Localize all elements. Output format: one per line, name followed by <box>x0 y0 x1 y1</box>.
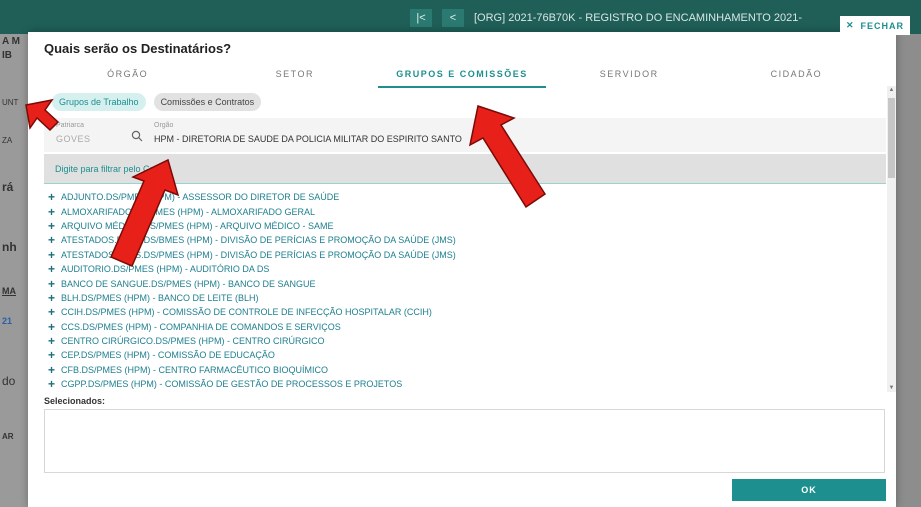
ok-button[interactable]: OK <box>732 479 886 501</box>
group-list-item[interactable]: + ATESTADOS.DPPS.DS/PMES (HPM) - DIVISÃO … <box>44 248 884 262</box>
group-list-item[interactable]: + CGPP.DS/PMES (HPM) - COMISSÃO DE GESTÃO… <box>44 377 884 391</box>
plus-icon[interactable]: + <box>48 278 58 290</box>
recipient-tabs: ÓRGÃO SETOR GRUPOS E COMISSÕES SERVIDOR … <box>44 66 880 88</box>
bg-fragment: nh <box>2 240 17 254</box>
plus-icon[interactable]: + <box>48 335 58 347</box>
tab-orgao[interactable]: ÓRGÃO <box>44 66 211 88</box>
bg-fragment: IB <box>2 50 12 61</box>
bg-fragment: MA <box>2 286 16 296</box>
bg-fragment: AR <box>2 432 14 441</box>
plus-icon[interactable]: + <box>48 292 58 304</box>
group-name: CFB.DS/PMES (HPM) - CENTRO FARMACÊUTICO … <box>61 364 329 375</box>
group-name: ALMOXARIFADO.DS/PMES (HPM) - ALMOXARIFAD… <box>61 206 316 217</box>
plus-icon[interactable]: + <box>48 321 58 333</box>
selected-label: Selecionados: <box>44 396 106 406</box>
selected-box[interactable] <box>44 409 885 473</box>
tab-grupos-e-comissoes[interactable]: GRUPOS E COMISSÕES <box>378 66 546 88</box>
scroll-thumb[interactable] <box>888 98 895 178</box>
orgao-label: Orgão <box>154 122 174 129</box>
close-button[interactable]: ✕ FECHAR <box>840 16 911 35</box>
bg-fragment: do <box>2 374 16 388</box>
bg-fragment: rá <box>2 180 14 194</box>
patriarca-label: Patriarca <box>56 122 85 129</box>
background-left-panel: A M IB UNT ZA rá nh MA 21 do AR <box>0 34 30 507</box>
plus-icon[interactable]: + <box>48 191 58 203</box>
plus-icon[interactable]: + <box>48 249 58 261</box>
group-list-item[interactable]: + CCIH.DS/PMES (HPM) - COMISSÃO DE CONTRO… <box>44 305 884 319</box>
plus-icon[interactable]: + <box>48 206 58 218</box>
chip-comissoes-e-contratos[interactable]: Comissões e Contratos <box>153 93 262 111</box>
organization-filters: Patriarca GOVES Orgão HPM - DIRETORIA DE… <box>44 118 886 152</box>
group-name: ADJUNTO.DS/PMES (HPM) - ASSESSOR DO DIRE… <box>61 192 340 203</box>
group-list-item[interactable]: + BANCO DE SANGUE.DS/PMES (HPM) - BANCO D… <box>44 276 884 290</box>
first-page-icon[interactable]: |< <box>410 9 432 27</box>
group-list-item[interactable]: + AUDITORIO.DS/PMES (HPM) - AUDITÓRIO DA … <box>44 262 884 276</box>
group-list-item[interactable]: + CCS.DS/PMES (HPM) - COMPANHIA DE COMAND… <box>44 320 884 334</box>
modal-title: Quais serão os Destinatários? <box>44 41 232 56</box>
group-list-item[interactable]: + CENTRO CIRÚRGICO.DS/PMES (HPM) - CENTRO… <box>44 334 884 348</box>
group-list-item[interactable]: + BLH.DS/PMES (HPM) - BANCO DE LEITE (BLH… <box>44 291 884 305</box>
list-scrollbar[interactable]: ▲ ▼ <box>887 86 896 392</box>
group-list-item[interactable]: + ARQUIVO MÉDICO.DS/PMES (HPM) - ARQUIVO … <box>44 219 884 233</box>
patriarca-field[interactable]: GOVES <box>56 134 91 144</box>
tab-cidadao[interactable]: CIDADÃO <box>713 66 880 88</box>
group-list-item[interactable]: + ALMOXARIFADO.DS/PMES (HPM) - ALMOXARIFA… <box>44 204 884 218</box>
close-icon: ✕ <box>846 20 855 30</box>
plus-icon[interactable]: + <box>48 220 58 232</box>
group-name: CEP.DS/PMES (HPM) - COMISSÃO DE EDUCAÇÃO <box>61 350 275 361</box>
plus-icon[interactable]: + <box>48 263 58 275</box>
orgao-field[interactable]: HPM - DIRETORIA DE SAUDE DA POLICIA MILI… <box>154 134 462 144</box>
group-name: ATESTADOS.DPPS.DS/BMES (HPM) - DIVISÃO D… <box>61 235 456 246</box>
bg-fragment: 21 <box>2 316 13 326</box>
group-filter-placeholder: Digite para filtrar pelo Grupo <box>55 164 169 174</box>
recipients-modal: Quais serão os Destinatários? ÓRGÃO SETO… <box>28 32 896 507</box>
group-list-item[interactable]: + CEP.DS/PMES (HPM) - COMISSÃO DE EDUCAÇÃ… <box>44 348 884 362</box>
group-list-item[interactable]: + CFB.DS/PMES (HPM) - CENTRO FARMACÊUTICO… <box>44 363 884 377</box>
chip-grupos-de-trabalho[interactable]: Grupos de Trabalho <box>52 93 146 111</box>
group-name: CGPP.DS/PMES (HPM) - COMISSÃO DE GESTÃO … <box>61 379 403 390</box>
tab-setor[interactable]: SETOR <box>211 66 378 88</box>
plus-icon[interactable]: + <box>48 364 58 376</box>
previous-page-icon[interactable]: < <box>442 9 464 27</box>
group-list-item[interactable]: + ATESTADOS.DPPS.DS/BMES (HPM) - DIVISÃO … <box>44 233 884 247</box>
background-top-bar: |< < [ORG] 2021-76B70K - REGISTRO DO ENC… <box>0 0 921 34</box>
group-name: ARQUIVO MÉDICO.DS/PMES (HPM) - ARQUIVO M… <box>61 220 334 231</box>
plus-icon[interactable]: + <box>48 234 58 246</box>
close-label: FECHAR <box>860 20 905 31</box>
group-name: ATESTADOS.DPPS.DS/PMES (HPM) - DIVISÃO D… <box>61 249 456 260</box>
background-right-panel <box>895 34 921 507</box>
record-title: [ORG] 2021-76B70K - REGISTRO DO ENCAMINH… <box>474 12 803 24</box>
search-icon[interactable] <box>131 130 143 142</box>
bg-fragment: ZA <box>2 136 13 145</box>
plus-icon[interactable]: + <box>48 378 58 390</box>
bg-fragment: UNT <box>2 98 19 107</box>
scroll-down-icon[interactable]: ▼ <box>887 385 896 391</box>
group-type-chips: Grupos de Trabalho Comissões e Contratos <box>52 93 262 111</box>
group-name: AUDITORIO.DS/PMES (HPM) - AUDITÓRIO DA D… <box>61 264 270 275</box>
plus-icon[interactable]: + <box>48 306 58 318</box>
group-filter-input[interactable]: Digite para filtrar pelo Grupo <box>44 154 886 184</box>
group-list: + ADJUNTO.DS/PMES (HPM) - ASSESSOR DO DIR… <box>44 190 884 394</box>
group-name: BLH.DS/PMES (HPM) - BANCO DE LEITE (BLH) <box>61 292 259 303</box>
group-name: CENTRO CIRÚRGICO.DS/PMES (HPM) - CENTRO … <box>61 336 325 347</box>
group-name: BANCO DE SANGUE.DS/PMES (HPM) - BANCO DE… <box>61 278 316 289</box>
group-name: CCS.DS/PMES (HPM) - COMPANHIA DE COMANDO… <box>61 321 341 332</box>
group-name: CCIH.DS/PMES (HPM) - COMISSÃO DE CONTROL… <box>61 307 432 318</box>
group-list-item[interactable]: + ADJUNTO.DS/PMES (HPM) - ASSESSOR DO DIR… <box>44 190 884 204</box>
tab-servidor[interactable]: SERVIDOR <box>546 66 713 88</box>
bg-fragment: A M <box>2 36 20 47</box>
scroll-up-icon[interactable]: ▲ <box>887 87 896 93</box>
plus-icon[interactable]: + <box>48 349 58 361</box>
